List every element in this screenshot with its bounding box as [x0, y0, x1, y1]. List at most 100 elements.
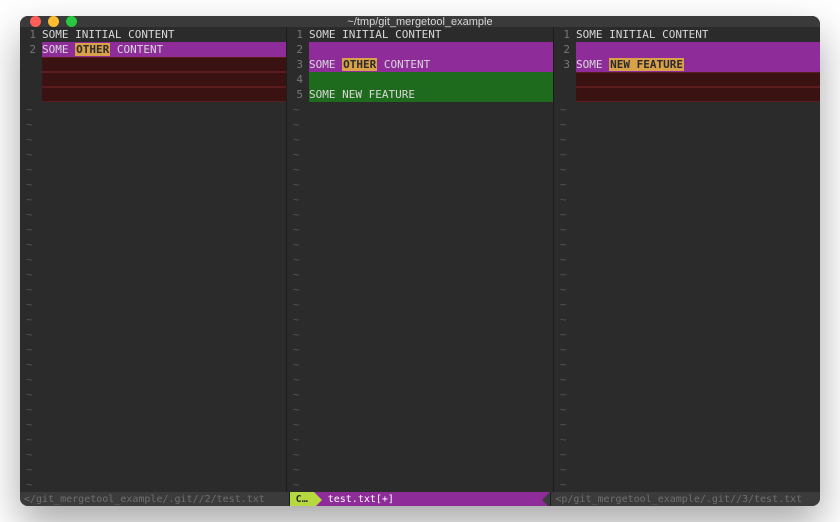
code-line[interactable]: 3SOME NEW FEATURE	[554, 57, 820, 72]
code-line[interactable]: 1SOME INITIAL CONTENT	[20, 27, 286, 42]
code-line[interactable]: 2	[287, 42, 553, 57]
empty-line: ~	[287, 417, 553, 432]
line-number: 1	[20, 27, 42, 42]
line-number: 3	[287, 57, 309, 72]
empty-line: ~	[287, 162, 553, 177]
empty-line: ~	[20, 462, 286, 477]
empty-line: ~	[287, 432, 553, 447]
code-line[interactable]: 1SOME INITIAL CONTENT	[554, 27, 820, 42]
status-bars: </git_mergetool_example/.git//2/test.txt…	[20, 492, 820, 506]
pane-right[interactable]: 1SOME INITIAL CONTENT23SOME NEW FEATURE ~…	[554, 27, 820, 492]
empty-line: ~	[287, 342, 553, 357]
empty-line: ~	[554, 222, 820, 237]
empty-line: ~	[20, 252, 286, 267]
empty-line: ~	[287, 192, 553, 207]
status-left: </git_mergetool_example/.git//2/test.txt	[20, 492, 290, 506]
empty-line: ~	[554, 432, 820, 447]
empty-line: ~	[20, 222, 286, 237]
code-line[interactable]	[20, 57, 286, 72]
code-line[interactable]: 3SOME OTHER CONTENT	[287, 57, 553, 72]
line-number: 4	[287, 72, 309, 87]
empty-line: ~	[287, 327, 553, 342]
empty-line: ~	[554, 252, 820, 267]
empty-line: ~	[554, 102, 820, 117]
chevron-right-icon	[314, 492, 322, 506]
line-number: 3	[554, 57, 576, 72]
code-line[interactable]: 5SOME NEW FEATURE	[287, 87, 553, 102]
empty-line: ~	[554, 477, 820, 492]
line-number: 1	[287, 27, 309, 42]
code-line[interactable]	[20, 87, 286, 102]
empty-line: ~	[287, 297, 553, 312]
empty-line: ~	[20, 387, 286, 402]
empty-line: ~	[287, 117, 553, 132]
empty-line: ~	[554, 387, 820, 402]
empty-line: ~	[287, 252, 553, 267]
empty-line: ~	[20, 207, 286, 222]
empty-line: ~	[287, 402, 553, 417]
empty-line: ~	[287, 132, 553, 147]
line-number: 5	[287, 87, 309, 102]
code-line[interactable]	[20, 72, 286, 87]
code-line[interactable]	[554, 87, 820, 102]
empty-line: ~	[20, 432, 286, 447]
empty-line: ~	[554, 162, 820, 177]
vim-panes: 1SOME INITIAL CONTENT2SOME OTHER CONTENT…	[20, 27, 820, 492]
empty-line: ~	[554, 402, 820, 417]
empty-line: ~	[20, 297, 286, 312]
line-number: 1	[554, 27, 576, 42]
empty-line: ~	[20, 147, 286, 162]
window-title: ~/tmp/git_mergetool_example	[20, 16, 820, 28]
empty-line: ~	[287, 177, 553, 192]
empty-line: ~	[287, 357, 553, 372]
code-line[interactable]	[554, 72, 820, 87]
line-number: 2	[287, 42, 309, 57]
empty-line: ~	[554, 207, 820, 222]
code-line[interactable]: 4	[287, 72, 553, 87]
empty-line: ~	[287, 477, 553, 492]
empty-line: ~	[20, 162, 286, 177]
code-line[interactable]: 2	[554, 42, 820, 57]
empty-line: ~	[554, 297, 820, 312]
empty-line: ~	[554, 417, 820, 432]
mode-chip: C…	[290, 492, 314, 506]
line-number: 2	[20, 42, 42, 57]
empty-line: ~	[20, 417, 286, 432]
terminal-window: ~/tmp/git_mergetool_example 1SOME INITIA…	[20, 16, 820, 506]
code-line[interactable]: 2SOME OTHER CONTENT	[20, 42, 286, 57]
empty-line: ~	[20, 477, 286, 492]
empty-line: ~	[554, 132, 820, 147]
empty-line: ~	[554, 357, 820, 372]
empty-line: ~	[554, 462, 820, 477]
empty-line: ~	[20, 402, 286, 417]
empty-line: ~	[554, 447, 820, 462]
empty-line: ~	[20, 117, 286, 132]
status-right: <p/git_mergetool_example/.git//3/test.tx…	[551, 492, 820, 506]
empty-line: ~	[287, 222, 553, 237]
empty-line: ~	[554, 267, 820, 282]
empty-line: ~	[554, 342, 820, 357]
empty-line: ~	[287, 312, 553, 327]
empty-line: ~	[554, 192, 820, 207]
pane-center[interactable]: 1SOME INITIAL CONTENT23SOME OTHER CONTEN…	[287, 27, 554, 492]
empty-line: ~	[287, 147, 553, 162]
empty-line: ~	[287, 447, 553, 462]
empty-line: ~	[287, 372, 553, 387]
empty-line: ~	[20, 132, 286, 147]
empty-line: ~	[554, 312, 820, 327]
empty-line: ~	[20, 177, 286, 192]
empty-line: ~	[554, 372, 820, 387]
empty-line: ~	[20, 312, 286, 327]
empty-line: ~	[554, 117, 820, 132]
code-line[interactable]: 1SOME INITIAL CONTENT	[287, 27, 553, 42]
pane-left[interactable]: 1SOME INITIAL CONTENT2SOME OTHER CONTENT…	[20, 27, 287, 492]
empty-line: ~	[554, 177, 820, 192]
empty-line: ~	[20, 237, 286, 252]
empty-line: ~	[287, 282, 553, 297]
empty-line: ~	[554, 147, 820, 162]
empty-line: ~	[20, 447, 286, 462]
empty-line: ~	[554, 237, 820, 252]
empty-line: ~	[20, 102, 286, 117]
empty-line: ~	[20, 342, 286, 357]
line-number: 2	[554, 42, 576, 57]
